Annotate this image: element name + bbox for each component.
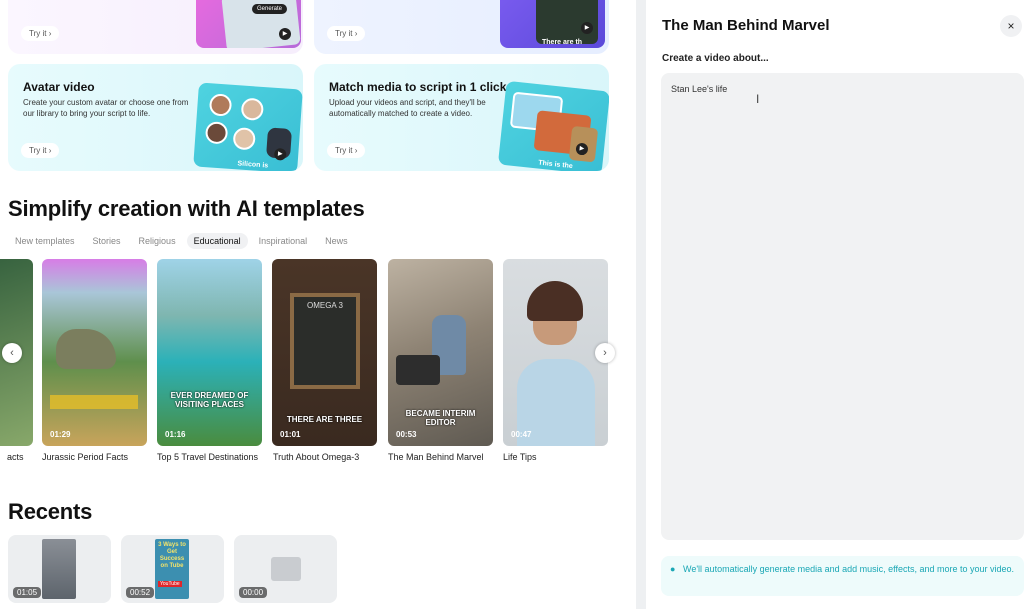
template-label: acts: [7, 452, 24, 462]
template-card-omega[interactable]: OMEGA 3 THERE ARE THREE 01:01: [272, 259, 377, 446]
duration-label: 01:29: [50, 430, 71, 439]
feature-card-2[interactable]: There are th ▶ Try it ›: [314, 0, 609, 54]
template-label: The Man Behind Marvel: [388, 452, 484, 462]
panel-title: The Man Behind Marvel: [662, 17, 830, 34]
avatar-icon: [240, 97, 265, 121]
card-title: Match media to script in 1 click: [329, 80, 507, 94]
try-it-button[interactable]: Try it ›: [21, 26, 60, 41]
match-media-thumbnail: This is the ▶: [497, 80, 609, 171]
match-caption: This is the: [537, 159, 574, 171]
template-card-jurassic[interactable]: 01:29: [42, 259, 147, 446]
top-caption: There are th: [542, 39, 583, 46]
tab-news[interactable]: News: [318, 233, 355, 249]
thumb-brand: YouTube: [158, 581, 182, 587]
generate-chip: Generate: [252, 4, 288, 14]
tab-inspirational[interactable]: Inspirational: [252, 233, 315, 249]
create-video-panel: The Man Behind Marvel × Create a video a…: [646, 0, 1024, 609]
template-category-tabs: New templates Stories Religious Educatio…: [8, 233, 355, 249]
avatar-icon: [232, 127, 256, 151]
duration-label: 01:16: [165, 430, 186, 439]
carousel-prev-button[interactable]: ‹: [2, 343, 22, 363]
tab-religious[interactable]: Religious: [132, 233, 183, 249]
recents-section-title: Recents: [8, 499, 93, 524]
template-label: Truth About Omega-3: [273, 452, 360, 462]
avatar-icon: [208, 93, 233, 117]
duration-label: 00:00: [239, 587, 268, 598]
template-caption: BECAME INTERIM EDITOR: [405, 409, 476, 427]
recent-project[interactable]: 01:05: [8, 535, 111, 603]
feature-card-1[interactable]: Generate ▶ Try it ›: [8, 0, 303, 54]
play-icon: ▶: [581, 22, 593, 34]
template-card-life-tips[interactable]: 00:47: [503, 259, 608, 446]
template-label: Jurassic Period Facts: [42, 452, 129, 462]
close-icon[interactable]: ×: [1000, 15, 1022, 37]
try-it-button[interactable]: Try it ›: [21, 143, 60, 158]
template-caption: EVER DREAMED OF VISITING PLACES: [170, 391, 249, 409]
template-label: Life Tips: [503, 452, 537, 462]
tab-new-templates[interactable]: New templates: [8, 233, 82, 249]
try-it-button[interactable]: Try it ›: [327, 143, 366, 158]
tab-educational[interactable]: Educational: [186, 233, 248, 249]
duration-label: 01:01: [280, 430, 301, 439]
card-title: Avatar video: [23, 80, 95, 94]
try-it-button[interactable]: Try it ›: [327, 26, 366, 41]
template-caption: THERE ARE THREE: [286, 415, 363, 424]
info-text: We'll automatically generate media and a…: [683, 564, 1015, 574]
duration-label: 00:47: [511, 430, 532, 439]
play-icon: ▶: [273, 147, 287, 161]
panel-divider: [636, 0, 646, 609]
location-pin-icon: ●: [670, 564, 676, 574]
film-icon: [271, 557, 301, 581]
avatar-icon: [204, 121, 229, 145]
card-description: Upload your videos and script, and they'…: [329, 98, 486, 118]
duration-label: 01:05: [13, 587, 42, 598]
tab-stories[interactable]: Stories: [86, 233, 128, 249]
info-banner: ● We'll automatically generate media and…: [661, 556, 1024, 596]
avatar-caption: Silicon is: [237, 160, 269, 170]
carousel-next-button[interactable]: ›: [595, 343, 615, 363]
duration-label: 00:52: [126, 587, 155, 598]
recent-project[interactable]: 3 Ways to Get Success on Tube YouTube 00…: [121, 535, 224, 603]
template-label: Top 5 Travel Destinations: [157, 452, 259, 462]
template-card-travel[interactable]: EVER DREAMED OF VISITING PLACES 01:16: [157, 259, 262, 446]
match-media-card[interactable]: Match media to script in 1 click Upload …: [314, 64, 609, 171]
avatar-thumbnail: Silicon is ▶: [193, 82, 303, 171]
chalkboard: OMEGA 3: [290, 293, 360, 389]
prompt-input[interactable]: Stan Lee's life: [661, 73, 1024, 540]
play-icon: ▶: [279, 28, 291, 40]
card-thumbnail: There are th ▶: [500, 0, 605, 48]
prompt-label: Create a video about...: [662, 53, 769, 64]
avatar-video-card[interactable]: Avatar video Create your custom avatar o…: [8, 64, 303, 171]
templates-section-title: Simplify creation with AI templates: [8, 196, 365, 221]
duration-label: 00:53: [396, 430, 417, 439]
recent-project[interactable]: 00:00: [234, 535, 337, 603]
card-description: Create your custom avatar or choose one …: [23, 98, 189, 118]
card-thumbnail: Generate ▶: [196, 0, 301, 48]
thumb-text: 3 Ways to Get Success on Tube: [158, 542, 186, 569]
template-card-marvel[interactable]: BECAME INTERIM EDITOR 00:53: [388, 259, 493, 446]
home-content: Generate ▶ Try it › There are th ▶ Try i…: [0, 0, 636, 609]
text-cursor-icon: I: [756, 92, 760, 106]
